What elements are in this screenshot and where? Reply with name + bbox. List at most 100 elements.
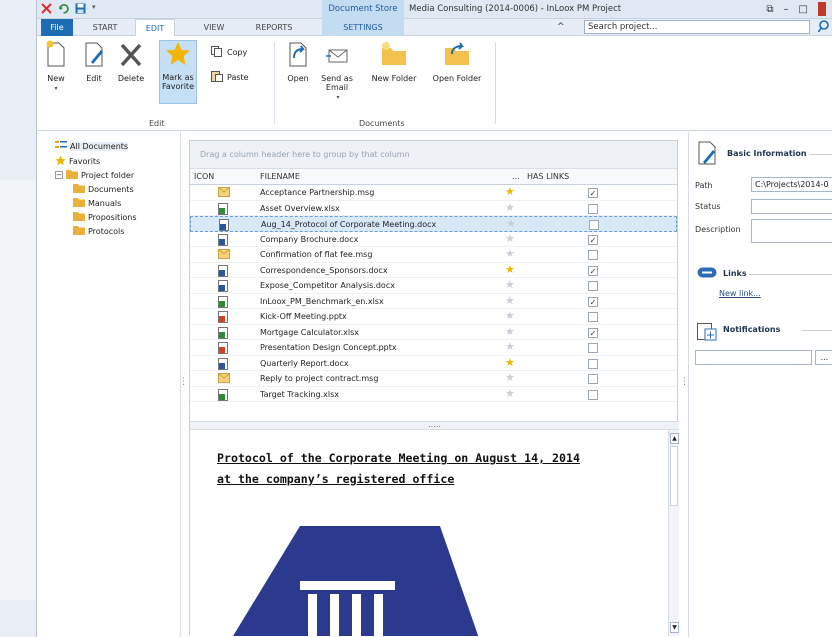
- has-links-checkbox[interactable]: [588, 250, 598, 260]
- maximize-button[interactable]: □: [799, 4, 808, 15]
- table-row[interactable]: Kick-Off Meeting.pptx ★: [190, 309, 677, 325]
- open-folder-button[interactable]: Open Folder: [429, 40, 485, 83]
- not-favorite-star-icon[interactable]: ★: [505, 294, 515, 307]
- copy-icon: [211, 46, 223, 59]
- tree-item-protocols[interactable]: Protocols: [73, 225, 124, 237]
- table-row[interactable]: Quarterly Report.docx ★: [190, 356, 677, 371]
- has-links-checkbox[interactable]: [588, 374, 598, 384]
- open-button[interactable]: Open: [284, 40, 312, 83]
- preview-splitter[interactable]: .....: [190, 421, 679, 430]
- not-favorite-star-icon[interactable]: ★: [505, 372, 515, 384]
- tab-start[interactable]: START: [85, 19, 125, 36]
- tab-view[interactable]: VIEW: [197, 19, 231, 36]
- customize-qat-icon[interactable]: ▾: [92, 3, 98, 14]
- table-row[interactable]: Presentation Design Concept.pptx ★: [190, 340, 677, 356]
- not-favorite-star-icon[interactable]: ★: [505, 310, 515, 322]
- not-favorite-star-icon[interactable]: ★: [505, 201, 515, 214]
- tree-item-favorits[interactable]: Favorits: [55, 155, 100, 168]
- description-field[interactable]: [751, 219, 832, 243]
- scroll-down-arrow-icon[interactable]: ▼: [670, 622, 679, 633]
- edit-group-label: Edit: [149, 119, 165, 128]
- open-document-icon: [284, 40, 312, 70]
- table-row[interactable]: Mortgage Calculator.xlsx ★ ✓: [190, 325, 677, 340]
- favorite-star-icon[interactable]: ★: [505, 186, 515, 198]
- has-links-checkbox[interactable]: [588, 343, 598, 353]
- table-row[interactable]: Reply to project contract.msg ★: [190, 371, 677, 387]
- restore-icon[interactable]: ⧉: [766, 4, 773, 15]
- tree-item-manuals[interactable]: Manuals: [73, 197, 121, 209]
- not-favorite-star-icon[interactable]: ★: [505, 325, 515, 338]
- has-links-checkbox[interactable]: [588, 358, 598, 369]
- has-links-checkbox[interactable]: ✓: [588, 265, 598, 276]
- new-link-button[interactable]: New link...: [719, 289, 761, 298]
- not-favorite-star-icon[interactable]: ★: [505, 341, 515, 353]
- table-row[interactable]: Expose_Competitor Analysis.docx ★: [190, 278, 677, 294]
- quick-access-toolbar: ▾: [41, 3, 98, 14]
- column-header-filename[interactable]: FILENAME: [260, 172, 300, 181]
- collapse-icon[interactable]: −: [55, 171, 63, 179]
- copy-button[interactable]: Copy: [211, 46, 247, 59]
- status-field[interactable]: [751, 199, 832, 214]
- path-field[interactable]: C:\Projects\2014-0: [751, 177, 832, 192]
- delete-button[interactable]: Delete: [115, 40, 147, 83]
- paste-button[interactable]: Paste: [211, 70, 249, 84]
- has-links-checkbox[interactable]: [589, 220, 599, 230]
- column-header-has-links[interactable]: HAS LINKS: [527, 172, 569, 181]
- table-row[interactable]: Asset Overview.xlsx ★: [190, 201, 677, 216]
- has-links-checkbox[interactable]: ✓: [588, 296, 598, 307]
- table-row[interactable]: Acceptance Partnership.msg ★ ✓: [190, 185, 677, 201]
- not-favorite-star-icon[interactable]: ★: [505, 279, 515, 291]
- tab-edit[interactable]: EDIT: [135, 19, 175, 37]
- has-links-checkbox[interactable]: [588, 203, 598, 214]
- refresh-icon[interactable]: [58, 3, 69, 14]
- favorite-star-icon[interactable]: ★: [505, 263, 515, 276]
- favorite-star-icon[interactable]: ★: [505, 356, 515, 369]
- filename-cell: Presentation Design Concept.pptx: [260, 343, 397, 352]
- minimize-button[interactable]: –: [784, 4, 789, 15]
- scroll-up-arrow-icon[interactable]: ▲: [670, 433, 679, 444]
- scroll-thumb[interactable]: [670, 446, 678, 506]
- tree-item-project-folder[interactable]: − Project folder: [55, 169, 134, 181]
- notification-more-button[interactable]: ...: [815, 350, 832, 365]
- search-input[interactable]: [584, 20, 810, 34]
- tree-item-documents[interactable]: Documents: [73, 183, 134, 195]
- mark-as-favorite-button[interactable]: Mark as Favorite: [159, 40, 197, 104]
- tree-item-all-documents[interactable]: All Documents: [55, 140, 129, 152]
- table-row[interactable]: Correspondence_Sponsors.docx ★ ✓: [190, 263, 677, 278]
- new-button[interactable]: New ▾: [41, 40, 71, 92]
- table-row[interactable]: Company Brochure.docx ★ ✓: [190, 232, 677, 247]
- new-folder-button[interactable]: New Folder: [367, 40, 421, 83]
- table-row[interactable]: Confirmation of flat fee.msg ★: [190, 247, 677, 263]
- table-row[interactable]: Aug_14_Protocol of Corporate Meeting.doc…: [190, 216, 677, 232]
- group-by-hint[interactable]: Drag a column header here to group by th…: [190, 141, 677, 169]
- has-links-checkbox[interactable]: ✓: [588, 188, 598, 198]
- notification-field[interactable]: [695, 350, 812, 365]
- has-links-checkbox[interactable]: ✓: [588, 327, 598, 338]
- table-row[interactable]: InLoox_PM_Benchmark_en.xlsx ★ ✓: [190, 294, 677, 309]
- save-icon[interactable]: [75, 3, 86, 14]
- not-favorite-star-icon[interactable]: ★: [505, 248, 515, 260]
- tab-reports[interactable]: REPORTS: [249, 19, 299, 36]
- not-favorite-star-icon[interactable]: ★: [506, 218, 516, 230]
- edit-button[interactable]: Edit: [81, 40, 107, 83]
- column-header-icon[interactable]: ICON: [194, 172, 214, 181]
- tree-item-propositions[interactable]: Propositions: [73, 211, 137, 223]
- not-favorite-star-icon[interactable]: ★: [505, 387, 515, 400]
- splitter-grip[interactable]: ⋮: [179, 377, 188, 387]
- has-links-checkbox[interactable]: ✓: [588, 234, 598, 245]
- has-links-checkbox[interactable]: [588, 389, 598, 400]
- search-icon[interactable]: [817, 20, 830, 36]
- has-links-checkbox[interactable]: [588, 281, 598, 291]
- not-favorite-star-icon[interactable]: ★: [505, 232, 515, 245]
- tab-file[interactable]: File: [41, 19, 73, 36]
- app-logo-icon: [41, 3, 52, 14]
- close-button[interactable]: [818, 2, 826, 16]
- collapse-ribbon-icon[interactable]: ^: [557, 22, 565, 32]
- filename-cell: Expose_Competitor Analysis.docx: [260, 281, 395, 290]
- send-as-email-button[interactable]: Send as Email ▾: [319, 40, 357, 101]
- preview-scrollbar[interactable]: ▲ ▼: [668, 430, 679, 636]
- has-links-checkbox[interactable]: [588, 312, 598, 322]
- tab-settings[interactable]: SETTINGS: [322, 19, 404, 36]
- column-header-more[interactable]: ...: [512, 172, 520, 181]
- table-row[interactable]: Target Tracking.xlsx ★: [190, 387, 677, 402]
